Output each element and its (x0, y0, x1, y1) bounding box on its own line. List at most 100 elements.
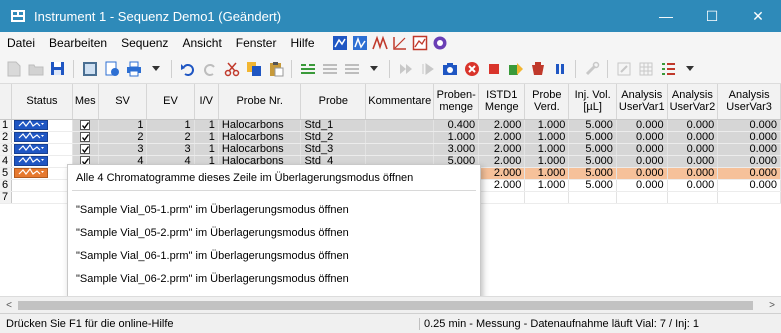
run-sequence-icon[interactable] (396, 58, 415, 80)
status-cell[interactable] (11, 179, 73, 192)
cell-uservar1[interactable]: 0.000 (616, 131, 668, 144)
status-chromatogram-dropdown[interactable] (14, 131, 49, 142)
menu-item-open-all-overlay[interactable]: Alle 4 Chromatogramme dieses Zeile im Üb… (76, 172, 413, 184)
cell-probe-verd[interactable]: 1.000 (524, 131, 570, 144)
scroll-right-button[interactable]: > (765, 297, 779, 314)
cell-istd1-menge[interactable] (478, 191, 526, 204)
cell-uservar3[interactable] (717, 191, 781, 204)
cell-probe-nr[interactable]: Halocarbons (218, 119, 302, 132)
cell-uservar3[interactable]: 0.000 (717, 167, 781, 180)
cell-probe-verd[interactable]: 1.000 (524, 167, 570, 180)
cell-uservar1[interactable]: 0.000 (616, 167, 668, 180)
cell-istd1-menge[interactable]: 2.000 (478, 143, 526, 156)
save-icon[interactable] (48, 58, 67, 80)
mes-cell[interactable] (72, 143, 99, 156)
maximize-button[interactable]: ☐ (689, 0, 735, 32)
method-icon[interactable] (102, 58, 121, 80)
cell-probe-verd[interactable]: 1.000 (524, 143, 570, 156)
cell-uservar3[interactable]: 0.000 (717, 131, 781, 144)
cell-sv[interactable]: 1 (98, 119, 148, 132)
table-row[interactable]: 2 2 2 1 Halocarbons Std_2 1.000 2.000 1.000 5.000… (0, 131, 781, 144)
instrument-icon[interactable] (528, 58, 547, 80)
cell-uservar1[interactable] (616, 191, 668, 204)
new-file-icon[interactable] (4, 58, 23, 80)
row-number[interactable]: 5 (0, 167, 13, 180)
print-icon[interactable] (124, 58, 143, 80)
header-istd1-menge[interactable]: ISTD1 Menge (478, 84, 526, 120)
horizontal-scrollbar[interactable]: < > (0, 296, 781, 313)
cell-uservar2[interactable]: 0.000 (667, 179, 719, 192)
menu-fenster[interactable]: Fenster (229, 36, 284, 50)
cell-uservar2[interactable]: 0.000 (667, 119, 719, 132)
cell-uservar1[interactable]: 0.000 (616, 155, 668, 168)
copy-icon[interactable] (244, 58, 263, 80)
mes-checkbox[interactable] (80, 131, 91, 142)
numbered-list-icon[interactable] (658, 58, 677, 80)
status-cell[interactable] (11, 155, 73, 168)
cell-probe[interactable]: Std_1 (300, 119, 367, 132)
status-chromatogram-dropdown[interactable] (14, 119, 49, 130)
cell-istd1-menge[interactable]: 2.000 (478, 179, 526, 192)
row-dropdown-icon[interactable] (364, 58, 383, 80)
header-inj-vol[interactable]: Inj. Vol. [µL] (568, 84, 617, 120)
cell-probe-verd[interactable]: 1.000 (524, 155, 570, 168)
header-mes[interactable]: Mes (72, 84, 99, 120)
cell-ev[interactable]: 1 (146, 119, 195, 132)
peak-icon[interactable] (371, 35, 388, 51)
cell-probe-verd[interactable]: 1.000 (524, 179, 570, 192)
header-probenmenge[interactable]: Proben-menge (433, 84, 480, 120)
open-folder-icon[interactable] (26, 58, 45, 80)
cell-probenmenge[interactable]: 0.400 (433, 119, 480, 132)
menu-sequenz[interactable]: Sequenz (114, 36, 175, 50)
run-single-icon[interactable] (418, 58, 437, 80)
header-status[interactable]: Status (11, 84, 73, 120)
print-dropdown-icon[interactable] (146, 58, 165, 80)
row-number[interactable]: 1 (0, 119, 13, 132)
status-cell[interactable] (11, 119, 73, 132)
pause-icon[interactable] (550, 58, 569, 80)
cell-probe[interactable]: Std_2 (300, 131, 367, 144)
grid-icon[interactable] (636, 58, 655, 80)
cell-probenmenge[interactable]: 3.000 (433, 143, 480, 156)
cell-kommentare[interactable] (365, 143, 435, 156)
menu-ansicht[interactable]: Ansicht (175, 36, 228, 50)
status-chromatogram-dropdown[interactable] (14, 143, 49, 154)
cell-ev[interactable]: 2 (146, 131, 195, 144)
menu-item-vial-05-1[interactable]: "Sample Vial_05-1.prm" im Überlagerungsm… (76, 204, 349, 216)
cell-inj-vol[interactable]: 5.000 (568, 131, 617, 144)
cell-inj-vol[interactable]: 5.000 (568, 167, 617, 180)
header-ev[interactable]: EV (146, 84, 195, 120)
mes-checkbox[interactable] (80, 143, 91, 154)
mes-cell[interactable] (72, 131, 99, 144)
cell-uservar2[interactable]: 0.000 (667, 167, 719, 180)
redo-icon[interactable] (200, 58, 219, 80)
row-number[interactable]: 3 (0, 143, 13, 156)
header-probe-verd[interactable]: Probe Verd. (524, 84, 570, 120)
cell-probe[interactable]: Std_3 (300, 143, 367, 156)
cell-uservar3[interactable]: 0.000 (717, 143, 781, 156)
cell-ev[interactable]: 3 (146, 143, 195, 156)
status-chromatogram-dropdown[interactable] (14, 167, 49, 178)
cell-kommentare[interactable] (365, 119, 435, 132)
header-probe[interactable]: Probe (300, 84, 367, 120)
delete-row-icon[interactable] (342, 58, 361, 80)
cell-uservar2[interactable]: 0.000 (667, 131, 719, 144)
cell-uservar2[interactable] (667, 191, 719, 204)
minimize-button[interactable]: — (643, 0, 689, 32)
cell-uservar2[interactable]: 0.000 (667, 143, 719, 156)
stop-icon[interactable] (484, 58, 503, 80)
list-dropdown-icon[interactable] (680, 58, 699, 80)
calibration-curve-icon[interactable] (392, 35, 408, 51)
cell-istd1-menge[interactable]: 2.000 (478, 119, 526, 132)
cell-iv[interactable]: 1 (194, 119, 219, 132)
cell-iv[interactable]: 1 (194, 131, 219, 144)
cell-kommentare[interactable] (365, 131, 435, 144)
cell-uservar3[interactable]: 0.000 (717, 179, 781, 192)
cut-icon[interactable] (222, 58, 241, 80)
menu-datei[interactable]: Datei (0, 36, 42, 50)
abort-icon[interactable] (462, 58, 481, 80)
cell-uservar2[interactable]: 0.000 (667, 155, 719, 168)
cell-inj-vol[interactable]: 5.000 (568, 143, 617, 156)
insert-row-icon[interactable] (298, 58, 317, 80)
chart-window-icon[interactable] (412, 35, 428, 51)
